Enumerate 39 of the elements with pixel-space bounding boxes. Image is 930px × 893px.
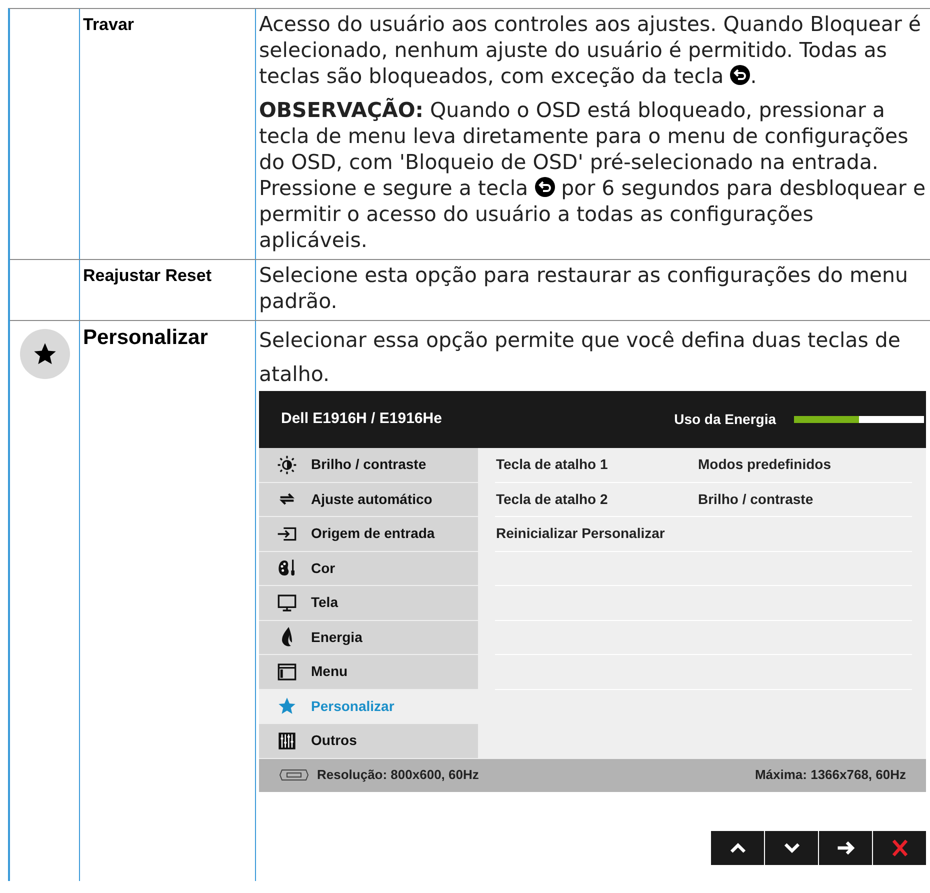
down-button[interactable] (765, 830, 818, 864)
sun-icon (277, 454, 297, 475)
flame-icon (282, 627, 292, 648)
sliders-icon (277, 730, 297, 751)
setting-name: Reajustar Reset (83, 265, 213, 287)
osd-menu-item[interactable]: Brilho / contraste (259, 448, 478, 482)
osd-menu-item[interactable]: Energia (259, 620, 478, 655)
next-button[interactable] (819, 830, 872, 864)
description-text: Acesso do usuário aos controles aos ajustes. Quando Bloquear é selecionado, nenhum ajuste do usuário é permitido. Todas as teclas são bloqueados, com exceção da tecla . (259, 11, 922, 89)
star-icon (32, 341, 58, 367)
osd-menu-item[interactable]: Origem de entrada (259, 517, 478, 552)
setting-name: Travar (83, 14, 136, 36)
back-key-icon (730, 65, 750, 85)
resolution-text: Resolução: 800x600, 60Hz (317, 766, 480, 784)
osd-title: Dell E1916H / E1916He (281, 409, 443, 430)
osd-option-label[interactable]: Tecla de atalho 2 (495, 488, 698, 510)
osd-menu-item[interactable]: Cor (259, 552, 478, 586)
osd-option-value: Modos predefinidos (698, 455, 831, 474)
description-text: Selecione esta opção para restaurar as configurações do menu padrão. (259, 262, 910, 314)
palette-icon (277, 558, 297, 578)
osd-option-label[interactable]: Reinicializar Personalizar (495, 523, 698, 544)
max-resolution-text: Máxima: 1366x768, 60Hz (754, 766, 906, 784)
energy-label: Uso da Energia (674, 410, 776, 429)
description-text: Selecionar essa opção permite que você deﬁna duas teclas de atalho. (259, 327, 902, 388)
star-icon (277, 696, 297, 716)
connector-icon (279, 769, 309, 781)
osd-option-value: Brilho / contraste (698, 490, 814, 509)
monitor-icon (277, 592, 297, 613)
back-key-icon (534, 177, 555, 197)
osd-menu-item[interactable]: Ajuste automático (259, 482, 478, 517)
window-icon (277, 662, 297, 682)
up-button[interactable] (711, 830, 764, 864)
osd-menu-item[interactable]: Tela (259, 586, 478, 620)
description-text: OBSERVAÇÃO: Quando o OSD está bloqueado, pressionar a tecla de menu leva diretamente para o menu de configurações do OSD, com 'Bloqueio de OSD' pré-selecionado na entrada. Pressione e segure a tecla por 6 segundos para desbloquear e permitir o acesso do usuário a todas as configurações aplicáveis. (259, 97, 926, 253)
close-button[interactable] (873, 830, 926, 864)
setting-name: Personalizar (83, 325, 209, 351)
osd-menu-item[interactable]: Menu (259, 655, 478, 690)
osd-option-label[interactable]: Tecla de atalho 1 (495, 454, 698, 476)
osd-menu-item[interactable]: Outros (259, 724, 478, 758)
